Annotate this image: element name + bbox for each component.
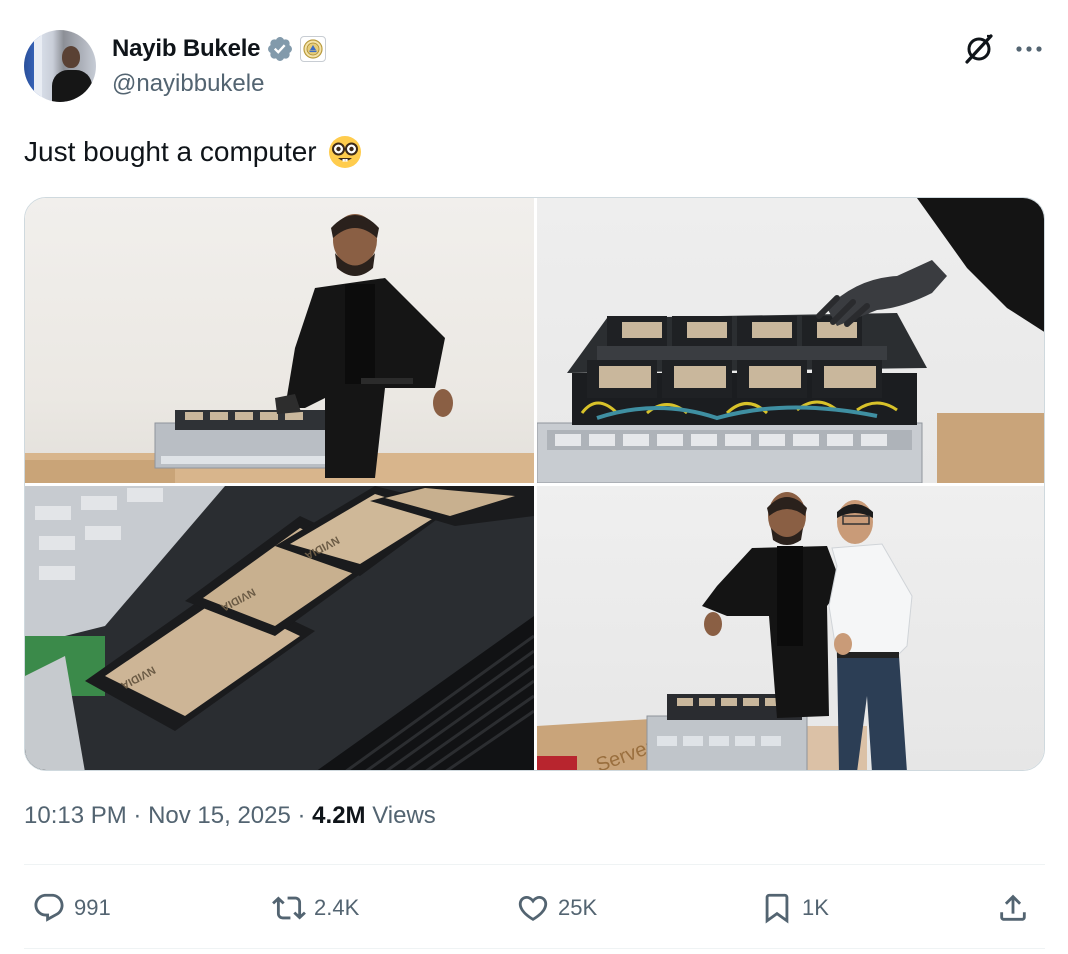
bookmark-button[interactable]: 1K <box>760 884 829 932</box>
bookmark-count: 1K <box>802 895 829 920</box>
views-label <box>366 802 373 830</box>
divider-top <box>24 864 1045 865</box>
reply-count: 991 <box>74 895 111 920</box>
author-display-name[interactable]: Nayib Bukele <box>112 35 261 63</box>
more-options-icon[interactable] <box>1012 36 1046 62</box>
bookmark-icon <box>760 891 794 925</box>
views-label-text: Views <box>372 802 436 829</box>
meta-separator-2: · <box>290 802 313 829</box>
photo-nvidia-gpu-modules-closeup[interactable]: NVIDIA NVIDIA NVIDIA <box>25 486 534 770</box>
tweet-meta: 10:13 PM · Nov 15, 2025 · 4.2M Views <box>24 802 436 830</box>
affiliation-seal-icon[interactable] <box>300 36 327 62</box>
views-count: 4.2M <box>312 802 366 829</box>
meta-separator-1: · <box>126 802 149 829</box>
author-name-row: Nayib Bukele <box>112 34 327 64</box>
like-button[interactable]: 25K <box>516 884 597 932</box>
nerd-face-emoji-icon <box>327 134 363 170</box>
share-icon <box>996 891 1030 925</box>
tweet-card: Nayib Bukele @nayibbukele Just bought a … <box>0 0 1068 954</box>
tweet-text-content: Just bought a computer <box>24 136 317 167</box>
repost-icon <box>272 891 306 925</box>
heart-icon <box>516 891 550 925</box>
photo-gloved-hand-on-gpu-tray[interactable] <box>537 198 1044 483</box>
share-button[interactable] <box>996 884 1030 932</box>
avatar[interactable] <box>24 30 96 102</box>
photo-two-men-pointing-at-server[interactable]: Server <box>537 486 1044 770</box>
verified-badge-icon[interactable] <box>266 35 294 63</box>
author-handle[interactable]: @nayibbukele <box>112 70 264 98</box>
reply-button[interactable]: 991 <box>32 884 111 932</box>
avatar-person-head <box>62 46 80 68</box>
tweet-text: Just bought a computer <box>24 134 363 170</box>
grok-icon[interactable] <box>962 32 996 66</box>
tweet-date[interactable]: Nov 15, 2025 <box>148 802 291 830</box>
divider-bottom <box>24 948 1045 949</box>
avatar-flag <box>34 30 42 102</box>
media-grid: NVIDIA NVIDIA NVIDIA Server <box>24 197 1045 771</box>
repost-button[interactable]: 2.4K <box>272 884 359 932</box>
like-count: 25K <box>558 895 598 920</box>
photo-man-inspecting-server[interactable] <box>25 198 534 483</box>
reply-icon <box>32 891 66 925</box>
avatar-person-body <box>52 70 92 102</box>
tweet-time[interactable]: 10:13 PM <box>24 802 127 830</box>
action-bar: 991 2.4K 25K 1K <box>24 884 1045 932</box>
repost-count: 2.4K <box>314 895 360 920</box>
